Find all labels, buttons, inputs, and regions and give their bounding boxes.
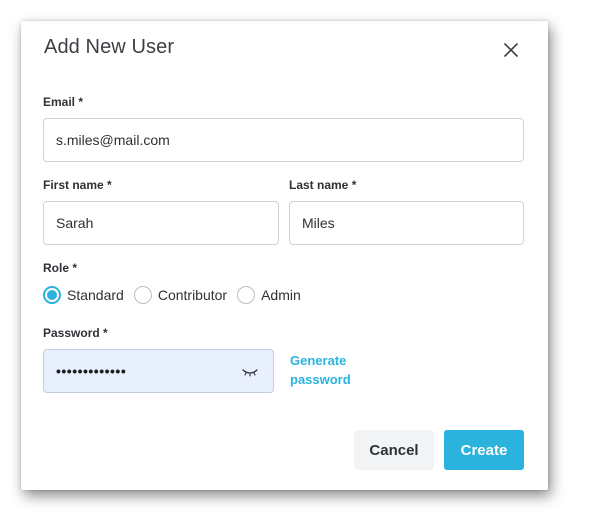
email-value: s.miles@mail.com (56, 132, 170, 148)
role-option-contributor[interactable]: Contributor (133, 286, 228, 304)
role-option-admin[interactable]: Admin (237, 286, 301, 304)
radio-unchecked-icon (237, 286, 256, 304)
generate-password-link[interactable]: Generate password (290, 351, 370, 389)
close-icon[interactable] (500, 39, 522, 61)
password-value: ••••••••••••• (56, 363, 127, 379)
radio-checked-icon (43, 286, 61, 304)
first-name-value: Sarah (56, 215, 94, 231)
email-label: Email * (43, 95, 84, 109)
cancel-button[interactable]: Cancel (354, 430, 434, 470)
dialog-title: Add New User (44, 36, 175, 58)
role-option-label: Contributor (157, 287, 228, 303)
last-name-label: Last name * (289, 178, 357, 192)
password-label: Password * (43, 326, 108, 340)
email-field[interactable]: s.miles@mail.com (43, 118, 524, 162)
role-option-standard[interactable]: Standard (43, 286, 124, 304)
create-button[interactable]: Create (444, 430, 524, 470)
password-field[interactable]: ••••••••••••• (43, 349, 274, 393)
add-user-dialog: Add New User Email * s.miles@mail.com Fi… (21, 21, 548, 490)
eye-closed-icon[interactable] (241, 365, 259, 377)
role-option-label: Standard (67, 287, 124, 303)
radio-unchecked-icon (133, 286, 152, 304)
role-option-label: Admin (261, 287, 301, 303)
first-name-field[interactable]: Sarah (43, 201, 279, 245)
last-name-field[interactable]: Miles (289, 201, 524, 245)
role-label: Role * (43, 261, 78, 275)
last-name-value: Miles (302, 215, 335, 231)
first-name-label: First name * (43, 178, 112, 192)
role-radio-group: Standard Contributor Admin (43, 283, 311, 307)
